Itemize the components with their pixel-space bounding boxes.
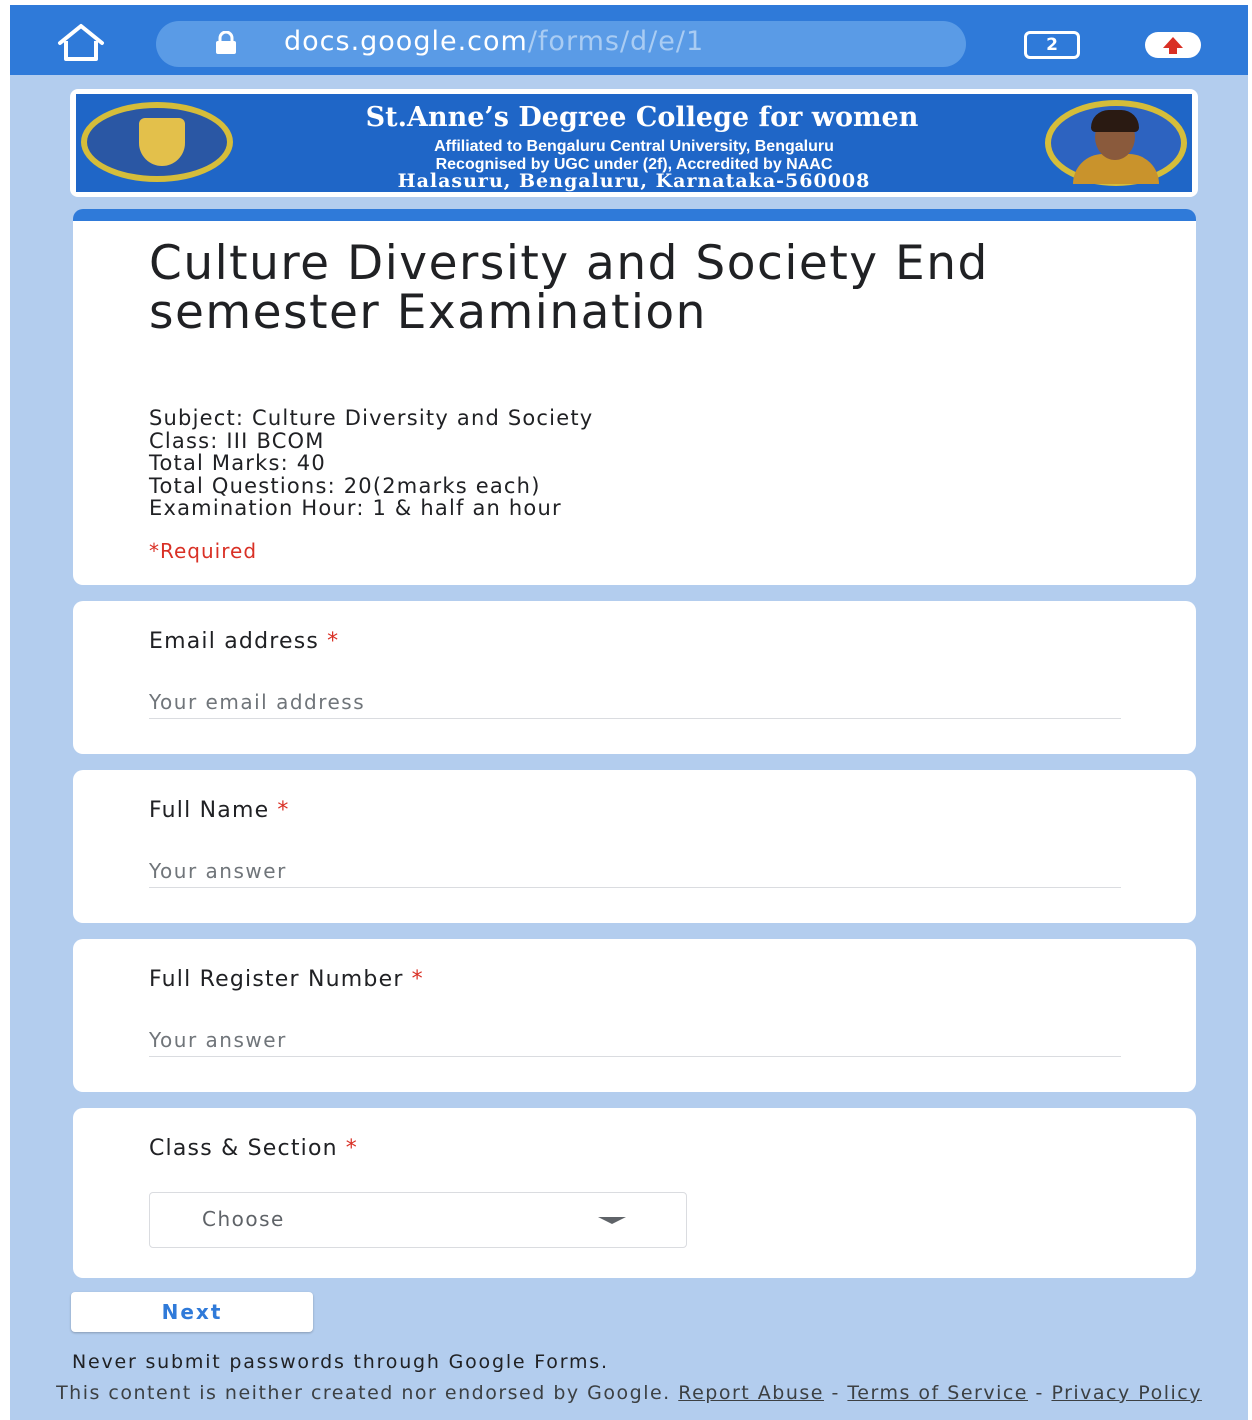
address-bar[interactable]: docs.google.com/forms/d/e/1 <box>156 21 966 67</box>
browser-toolbar: docs.google.com/forms/d/e/1 2 <box>10 5 1248 75</box>
password-warning: Never submit passwords through Google Fo… <box>72 1351 609 1373</box>
question-label: Full Name * <box>149 798 290 823</box>
college-address: Halasuru, Bengaluru, Karnataka-560008 <box>397 170 871 192</box>
tab-switcher-icon[interactable]: 2 <box>1024 31 1080 59</box>
description-line: Class: III BCOM <box>149 428 325 453</box>
register-number-input[interactable] <box>149 1023 1121 1057</box>
tab-count: 2 <box>1046 35 1058 55</box>
url-host: docs.google.com <box>284 26 528 57</box>
question-class-section-card: Class & Section * Choose <box>73 1108 1196 1278</box>
description-line: Subject: Culture Diversity and Society <box>149 406 594 430</box>
college-banner: St.Anne’s Degree College for women Affil… <box>76 94 1192 192</box>
update-arrow-icon[interactable] <box>1145 32 1201 58</box>
form-description: Subject: Culture Diversity and Society C… <box>149 407 593 520</box>
url-path: /forms/d/e/1 <box>527 26 705 57</box>
page-frame: docs.google.com/forms/d/e/1 2 St.Anne’s … <box>10 5 1248 1420</box>
college-name: St.Anne’s Degree College for women <box>365 102 919 133</box>
full-name-input[interactable] <box>149 854 1121 888</box>
question-label: Email address * <box>149 629 339 654</box>
dropdown-selected-value: Choose <box>202 1207 285 1231</box>
required-asterisk: * <box>277 798 290 823</box>
question-label: Full Register Number * <box>149 967 424 992</box>
question-register-number-card: Full Register Number * <box>73 939 1196 1092</box>
home-icon[interactable] <box>52 23 110 63</box>
question-full-name-card: Full Name * <box>73 770 1196 923</box>
email-field[interactable] <box>149 685 1121 719</box>
portrait-image <box>1045 100 1187 186</box>
class-section-dropdown[interactable]: Choose <box>149 1192 687 1248</box>
required-asterisk: * <box>345 1136 358 1161</box>
lock-icon <box>214 30 238 55</box>
description-line: Total Questions: 20(2marks each) <box>149 473 541 498</box>
form-header-card: Culture Diversity and Society End semest… <box>73 209 1196 585</box>
required-asterisk: * <box>411 967 424 992</box>
description-line: Examination Hour: 1 & half an hour <box>149 496 562 520</box>
question-title: Full Register Number <box>149 967 404 992</box>
question-label: Class & Section * <box>149 1136 358 1161</box>
question-email-card: Email address * <box>73 601 1196 754</box>
question-title: Class & Section <box>149 1136 338 1161</box>
required-asterisk: * <box>327 629 340 654</box>
footer-separator: - <box>831 1382 840 1404</box>
footer-separator: - <box>1035 1382 1044 1404</box>
description-line: Total Marks: 40 <box>149 451 326 475</box>
form-title: Culture Diversity and Society End semest… <box>149 236 989 340</box>
college-affiliation: Affiliated to Bengaluru Central Universi… <box>434 138 834 155</box>
privacy-link[interactable]: Privacy Policy <box>1051 1382 1201 1404</box>
url-text: docs.google.com/forms/d/e/1 <box>284 26 704 57</box>
report-abuse-link[interactable]: Report Abuse <box>678 1382 824 1404</box>
header-image-card: St.Anne’s Degree College for women Affil… <box>70 89 1198 197</box>
required-note: *Required <box>149 539 258 563</box>
terms-link[interactable]: Terms of Service <box>847 1382 1028 1404</box>
disclaimer-text: This content is neither created nor endo… <box>56 1382 671 1404</box>
question-title: Full Name <box>149 798 270 823</box>
next-button[interactable]: Next <box>71 1292 313 1332</box>
question-title: Email address <box>149 629 320 654</box>
dropdown-caret-icon <box>598 1217 626 1224</box>
footer-disclaimer: This content is neither created nor endo… <box>10 1382 1248 1404</box>
